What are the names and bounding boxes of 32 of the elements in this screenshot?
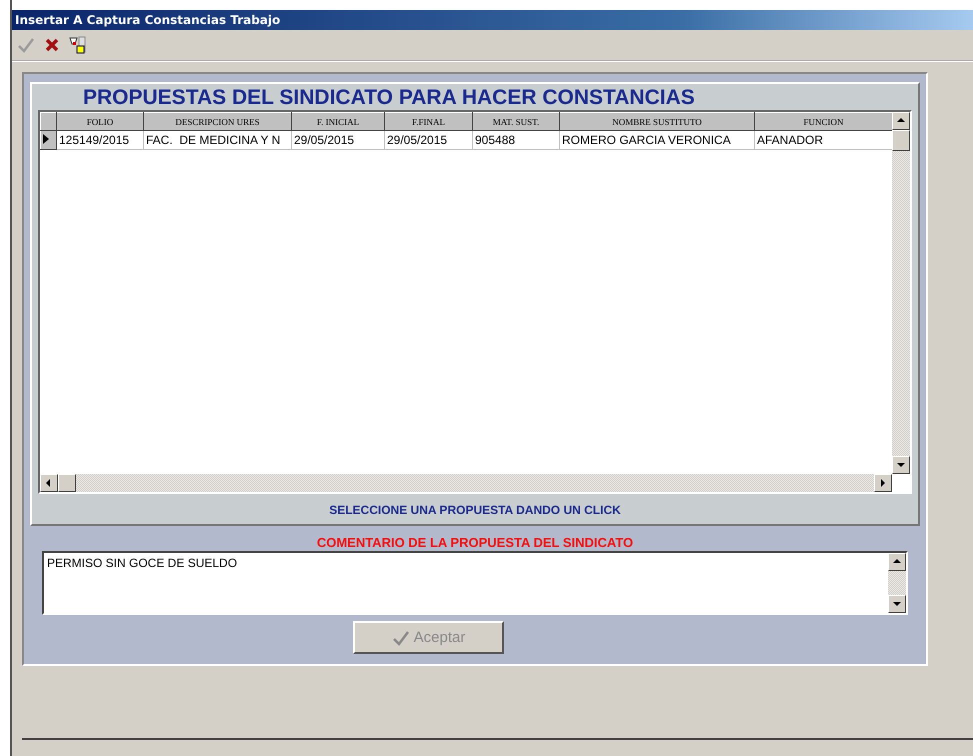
scrollbar-thumb[interactable]: [58, 474, 76, 492]
instruction-text: SELECCIONE UNA PROPUESTA DANDO UN CLICK: [328, 502, 622, 519]
table-title: PROPUESTAS DEL SINDICATO PARA HACER CONSTANCIAS: [83, 86, 695, 110]
scroll-arrow-button[interactable]: [892, 456, 910, 474]
scroll-arrow-button[interactable]: [40, 474, 58, 492]
column-header[interactable]: FOLIO: [56, 112, 144, 130]
column-header[interactable]: MAT. SUST.: [472, 112, 560, 130]
column-header[interactable]: F.FINAL: [384, 112, 472, 130]
row-indicator[interactable]: [40, 130, 56, 150]
table-cell: 29/05/2015: [292, 130, 384, 150]
checkmark-icon: [392, 630, 410, 646]
window-title: Insertar A Captura Constancias Trabajo: [15, 13, 280, 27]
table-cell: 125149/2015: [56, 130, 144, 150]
scroll-arrow-button[interactable]: [888, 595, 906, 613]
scroll-arrow-button[interactable]: [892, 112, 910, 130]
row-pointer-icon: [41, 132, 51, 144]
column-header[interactable]: NOMBRE SUSTITUTO: [560, 112, 754, 130]
table-cell: ROMERO GARCIA VERONICA: [560, 130, 754, 150]
table-cell: FAC. DE MEDICINA Y N: [144, 130, 292, 150]
scroll-arrow-button[interactable]: [888, 553, 906, 571]
table-cell: 29/05/2015: [384, 130, 472, 150]
scrollbar-thumb[interactable]: [892, 130, 910, 151]
close-icon: [44, 37, 60, 53]
filter-icon: [69, 36, 87, 54]
column-header[interactable]: DESCRIPCION URES: [144, 112, 292, 130]
comment-field[interactable]: PERMISO SIN GOCE DE SUELDO: [42, 551, 908, 615]
column-header[interactable]: F. INICIAL: [292, 112, 384, 130]
checkmark-icon: [17, 36, 35, 54]
table-cell: 905488: [472, 130, 560, 150]
scroll-arrow-button[interactable]: [874, 474, 892, 492]
column-header[interactable]: FUNCION: [754, 112, 892, 130]
comment-label: COMENTARIO DE LA PROPUESTA DEL SINDICATO: [316, 535, 634, 551]
